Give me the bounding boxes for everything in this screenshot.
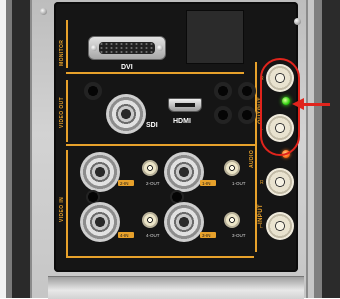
input-l-label: L (260, 224, 263, 230)
video-out-section-line (66, 80, 68, 142)
hdmi-label: HDMI (173, 118, 191, 125)
audio-input-right-rca-port[interactable] (266, 168, 294, 196)
in-3-label: 3-IN (202, 233, 211, 238)
video-out-section-label: VIDEO OUT (59, 96, 65, 128)
blank-port (84, 82, 102, 100)
hdmi-socket (175, 103, 195, 107)
port-cover-block (186, 10, 244, 64)
video-in-1-bnc-port[interactable] (164, 152, 204, 192)
in-1-label: 1-IN (202, 181, 211, 186)
background-frame-right (304, 0, 340, 298)
in-4-label: 4-IN (120, 233, 129, 238)
input-r-label: R (260, 180, 264, 186)
audio-input-left-rca-port[interactable] (266, 212, 294, 240)
dvi-label: DVI (121, 64, 133, 71)
in-2-label: 2-IN (120, 181, 129, 186)
video-in-3-bnc-port[interactable] (164, 202, 204, 242)
chassis-bottom-strip (48, 276, 304, 299)
video-out-4-jack[interactable] (142, 212, 158, 228)
monitor-section-label: MONITOR (59, 39, 65, 66)
dvi-port[interactable] (88, 36, 166, 60)
audio-input-label: INPUT (258, 204, 264, 224)
annotation-arrow-shaft (304, 103, 330, 106)
out-4-label: 4-OUT (146, 233, 160, 238)
video-out-2-jack[interactable] (142, 160, 158, 176)
video-out-3-jack[interactable] (224, 212, 240, 228)
sdi-bnc-port[interactable] (106, 94, 146, 134)
video-out-1-jack[interactable] (224, 160, 240, 176)
annotation-arrow-icon (292, 98, 304, 110)
video-out-divider (66, 144, 256, 146)
out-3-label: 3-OUT (232, 233, 246, 238)
out-2-label: 2-OUT (146, 181, 160, 186)
screw-icon (294, 18, 301, 25)
screw-icon (157, 45, 163, 51)
out-1-label: 1-OUT (232, 181, 246, 186)
video-in-2-bnc-port[interactable] (80, 152, 120, 192)
sdi-label: SDI (146, 122, 158, 129)
blank-port (214, 82, 232, 100)
screw-icon (40, 8, 47, 15)
hdmi-port[interactable] (168, 98, 202, 112)
video-in-section-line (66, 150, 68, 256)
dvi-pin-array (99, 42, 155, 54)
video-in-4-bnc-port[interactable] (80, 202, 120, 242)
video-in-bottom-divider (66, 256, 254, 258)
monitor-section-line (66, 20, 68, 68)
blank-port (238, 82, 256, 100)
blank-port (214, 106, 232, 124)
monitor-divider (66, 72, 244, 74)
blank-port (238, 106, 256, 124)
screw-icon (91, 45, 97, 51)
video-in-section-label: VIDEO IN (59, 196, 65, 222)
